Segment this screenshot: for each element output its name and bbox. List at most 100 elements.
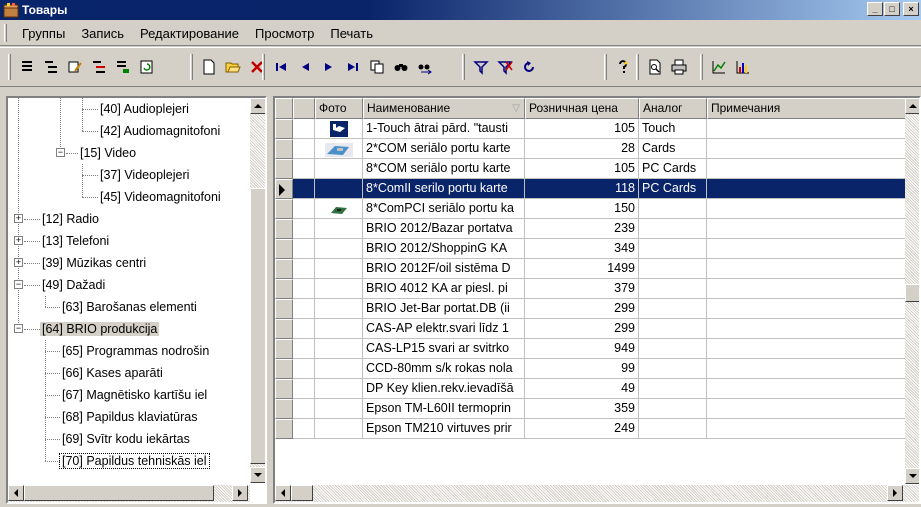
cell-photo[interactable] <box>315 419 363 439</box>
cell-photo[interactable] <box>315 279 363 299</box>
toolbar-grip[interactable] <box>636 54 639 80</box>
tree-horizontal-scrollbar[interactable] <box>8 485 250 502</box>
tree-item[interactable]: [65] Programmas nodrošin <box>60 340 211 362</box>
column-header-notes[interactable]: Примечания <box>707 98 905 119</box>
toolbar-grip[interactable] <box>700 54 703 80</box>
cell-photo[interactable] <box>315 179 363 199</box>
grid-hscroll-thumb[interactable] <box>291 485 313 501</box>
toolbar-grip[interactable] <box>190 54 193 80</box>
cell-photo[interactable] <box>315 299 363 319</box>
tree-item[interactable]: [13] Telefoni <box>40 230 111 252</box>
table-row[interactable]: BRIO Jet-Bar portat.DB (ii 299 <box>275 299 905 319</box>
cell-analog[interactable] <box>639 219 707 239</box>
find-next-button[interactable] <box>414 56 436 78</box>
row-indicator[interactable] <box>275 279 293 299</box>
prev-record-button[interactable] <box>294 56 316 78</box>
cell-name[interactable]: 8*ComII serilo portu karte <box>363 179 525 199</box>
cell-analog[interactable] <box>639 379 707 399</box>
cell-notes[interactable] <box>707 199 905 219</box>
cell-notes[interactable] <box>707 359 905 379</box>
menu-item-1[interactable]: Запись <box>73 26 132 41</box>
cell-name[interactable]: Epson TM210 virtuves prir <box>363 419 525 439</box>
cell-notes[interactable] <box>707 299 905 319</box>
cell-notes[interactable] <box>707 219 905 239</box>
cell-photo[interactable] <box>315 239 363 259</box>
column-header-analog[interactable]: Аналог <box>639 98 707 119</box>
cell-price[interactable]: 1499 <box>525 259 639 279</box>
cell-name[interactable]: BRIO 2012/Bazar portatva <box>363 219 525 239</box>
cell-name[interactable]: BRIO 2012/ShoppinG KA <box>363 239 525 259</box>
tree-item[interactable]: [37] Videoplejeri <box>98 164 191 186</box>
print-button[interactable] <box>668 56 690 78</box>
cell-photo[interactable] <box>315 319 363 339</box>
table-row[interactable]: Epson TM210 virtuves prir 249 <box>275 419 905 439</box>
cell-name[interactable]: DP Key klien.rekv.ievadīšā <box>363 379 525 399</box>
group-edit-button[interactable] <box>64 56 86 78</box>
help-button[interactable] <box>612 56 634 78</box>
menu-grip[interactable] <box>4 24 7 42</box>
cell-notes[interactable] <box>707 239 905 259</box>
table-row[interactable]: 8*ComPCI seriālo portu ka 150 <box>275 199 905 219</box>
toolbar-grip[interactable] <box>8 54 11 80</box>
tree-scroll-right-button[interactable] <box>232 485 248 501</box>
table-row[interactable]: BRIO 2012/ShoppinG KA 349 <box>275 239 905 259</box>
tree-item[interactable]: [68] Papildus klaviatūras <box>60 406 200 428</box>
cell-photo[interactable] <box>315 399 363 419</box>
cell-notes[interactable] <box>707 259 905 279</box>
cell-name[interactable]: CAS-AP elektr.svari līdz 1 <box>363 319 525 339</box>
cell-notes[interactable] <box>707 319 905 339</box>
tree-item[interactable]: [40] Audioplejeri <box>98 98 191 120</box>
tree-item[interactable]: [42] Audiomagnitofoni <box>98 120 222 142</box>
cell-price[interactable]: 105 <box>525 119 639 139</box>
cell-notes[interactable] <box>707 379 905 399</box>
cell-price[interactable]: 49 <box>525 379 639 399</box>
open-folder-button[interactable] <box>222 56 244 78</box>
cell-notes[interactable] <box>707 159 905 179</box>
tree-item[interactable]: [49] Dažadi <box>40 274 107 296</box>
cell-price[interactable]: 118 <box>525 179 639 199</box>
close-button[interactable]: × <box>903 2 919 16</box>
tree-scroll-thumb[interactable] <box>250 188 265 464</box>
row-indicator[interactable] <box>275 299 293 319</box>
column-header-name[interactable]: Наименование ▽ <box>363 98 525 119</box>
table-row[interactable]: Epson TM-L60II termoprin 359 <box>275 399 905 419</box>
cell-notes[interactable] <box>707 179 905 199</box>
cell-photo[interactable] <box>315 119 363 139</box>
chart-line-button[interactable] <box>708 56 730 78</box>
grid-scroll-right-button[interactable] <box>887 485 903 501</box>
table-row[interactable]: BRIO 2012/Bazar portatva 239 <box>275 219 905 239</box>
cell-photo[interactable] <box>315 199 363 219</box>
tree-scroll-down-button[interactable] <box>250 467 265 483</box>
tree-expand-button[interactable] <box>40 56 62 78</box>
column-header-price[interactable]: Розничная цена <box>525 98 639 119</box>
cell-price[interactable]: 299 <box>525 299 639 319</box>
cell-name[interactable]: 1-Touch ātrai pārd. "tausti <box>363 119 525 139</box>
cell-price[interactable]: 299 <box>525 319 639 339</box>
cell-analog[interactable] <box>639 259 707 279</box>
toolbar-grip[interactable] <box>462 54 465 80</box>
grid-horizontal-scrollbar[interactable] <box>275 485 919 502</box>
table-row[interactable]: BRIO 4012 KA ar piesl. pi 379 <box>275 279 905 299</box>
table-row[interactable]: 8*ComII serilo portu karte 118 PC Cards <box>275 179 905 199</box>
cell-photo[interactable] <box>315 259 363 279</box>
table-row[interactable]: CAS-AP elektr.svari līdz 1 299 <box>275 319 905 339</box>
table-row[interactable]: 1-Touch ātrai pārd. "tausti 105 Touch <box>275 119 905 139</box>
table-row[interactable]: CCD-80mm s/k rokas nola 99 <box>275 359 905 379</box>
tree-item[interactable]: [39] Mūzikas centri <box>40 252 148 274</box>
chart-bar-button[interactable] <box>732 56 754 78</box>
cell-photo[interactable] <box>315 159 363 179</box>
cell-photo[interactable] <box>315 139 363 159</box>
tree-item[interactable]: [70] Papildus tehniskās iel <box>59 450 210 472</box>
cell-price[interactable]: 28 <box>525 139 639 159</box>
collapse-icon[interactable]: − <box>14 324 23 333</box>
cell-name[interactable]: Epson TM-L60II termoprin <box>363 399 525 419</box>
copy-button[interactable] <box>366 56 388 78</box>
expand-icon[interactable]: + <box>14 258 23 267</box>
subgroup-button[interactable] <box>112 56 134 78</box>
refresh-button[interactable] <box>518 56 540 78</box>
filter-button[interactable] <box>470 56 492 78</box>
list-button[interactable] <box>16 56 38 78</box>
cell-price[interactable]: 239 <box>525 219 639 239</box>
cell-price[interactable]: 99 <box>525 359 639 379</box>
table-row[interactable]: DP Key klien.rekv.ievadīšā 49 <box>275 379 905 399</box>
